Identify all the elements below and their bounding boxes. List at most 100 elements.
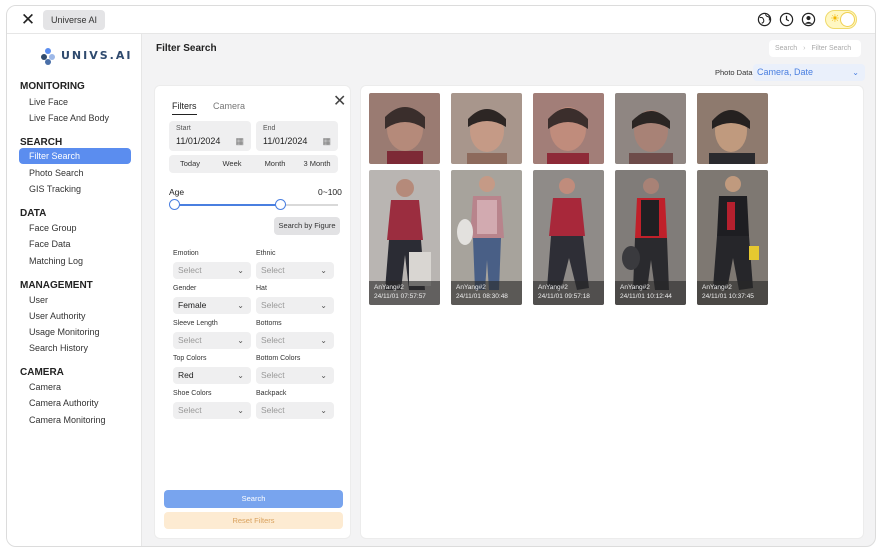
result-caption: AnYang#2 24/11/01 10:12:44 xyxy=(615,281,686,305)
sidebar-item-usage-monitoring[interactable]: Usage Monitoring xyxy=(29,327,100,337)
emotion-value: Select xyxy=(178,265,202,275)
quick-range-month[interactable]: Month xyxy=(254,155,296,173)
sun-icon: ☀ xyxy=(830,13,840,25)
sleeve-length-select[interactable]: Select ⌄ xyxy=(173,332,251,349)
sidebar-item-filter-search[interactable]: Filter Search xyxy=(19,148,131,164)
quick-range-week[interactable]: Week xyxy=(211,155,253,173)
sidebar-item-matching-log[interactable]: Matching Log xyxy=(29,256,83,266)
result-card[interactable]: AnYang#2 24/11/01 10:37:45 xyxy=(697,170,768,305)
globe-icon[interactable] xyxy=(757,12,772,27)
sidebar: UNIVS.AI MONITORING Live Face Live Face … xyxy=(7,34,142,546)
sidebar-item-live-face[interactable]: Live Face xyxy=(29,97,68,107)
sidebar-item-search-history[interactable]: Search History xyxy=(29,343,88,353)
face-thumbnail[interactable] xyxy=(697,93,768,164)
face-thumbnail[interactable] xyxy=(369,93,440,164)
logo-text: UNIVS.AI xyxy=(61,49,133,62)
results-panel: AnYang#2 24/11/01 07:57:57 AnYang#2 24/1… xyxy=(360,85,864,539)
gender-select[interactable]: Female ⌄ xyxy=(173,297,251,314)
shoe-colors-label: Shoe Colors xyxy=(173,390,212,397)
age-slider-min-handle[interactable] xyxy=(168,199,180,210)
logo: UNIVS.AI xyxy=(39,46,130,66)
page-title: Filter Search xyxy=(156,43,217,54)
chevron-down-icon: ⌄ xyxy=(237,301,244,310)
quick-range-today[interactable]: Today xyxy=(169,155,211,173)
sleeve-length-value: Select xyxy=(178,335,202,345)
section-data: DATA xyxy=(20,208,47,219)
user-account-icon[interactable] xyxy=(801,12,816,27)
hat-select[interactable]: Select ⌄ xyxy=(256,297,334,314)
calendar-icon[interactable]: ▦ xyxy=(235,136,244,147)
backpack-select[interactable]: Select ⌄ xyxy=(256,402,334,419)
end-date-value: 11/01/2024 xyxy=(263,136,308,146)
age-slider-fill xyxy=(174,204,281,206)
chevron-down-icon: ⌄ xyxy=(237,406,244,415)
bottom-colors-select[interactable]: Select ⌄ xyxy=(256,367,334,384)
sidebar-item-user[interactable]: User xyxy=(29,295,48,305)
age-slider-max-handle[interactable] xyxy=(275,199,287,210)
ethnic-select[interactable]: Select ⌄ xyxy=(256,262,334,279)
start-date-field[interactable]: Start 11/01/2024 ▦ xyxy=(169,121,251,151)
end-date-field[interactable]: End 11/01/2024 ▦ xyxy=(256,121,338,151)
sidebar-item-camera-monitoring[interactable]: Camera Monitoring xyxy=(29,415,106,425)
close-icon[interactable]: ✕ xyxy=(333,91,346,111)
chevron-down-icon: ⌄ xyxy=(320,301,327,310)
breadcrumb: Search › Filter Search xyxy=(769,40,861,57)
sidebar-item-photo-search[interactable]: Photo Search xyxy=(29,168,84,178)
result-card[interactable]: AnYang#2 24/11/01 09:57:18 xyxy=(533,170,604,305)
result-timestamp: 24/11/01 10:37:45 xyxy=(702,293,754,300)
sidebar-item-gis-tracking[interactable]: GIS Tracking xyxy=(29,184,81,194)
result-timestamp: 24/11/01 07:57:57 xyxy=(374,293,426,300)
emotion-select[interactable]: Select ⌄ xyxy=(173,262,251,279)
tab-camera[interactable]: Camera xyxy=(213,101,245,111)
tab-filters[interactable]: Filters xyxy=(172,101,197,115)
sidebar-item-live-face-and-body[interactable]: Live Face And Body xyxy=(29,113,109,123)
calendar-icon[interactable]: ▦ xyxy=(322,136,331,147)
top-bar: ✕ Universe AI ☀ xyxy=(7,6,875,34)
close-icon[interactable]: ✕ xyxy=(19,11,37,29)
result-timestamp: 24/11/01 10:12:44 xyxy=(620,293,672,300)
gender-value: Female xyxy=(178,300,207,310)
quick-range-3-month[interactable]: 3 Month xyxy=(296,155,338,173)
face-thumbnail[interactable] xyxy=(533,93,604,164)
age-slider-track[interactable] xyxy=(174,204,338,206)
chevron-down-icon: ⌄ xyxy=(320,371,327,380)
sidebar-item-camera[interactable]: Camera xyxy=(29,382,61,392)
search-button[interactable]: Search xyxy=(164,490,343,508)
bottom-colors-value: Select xyxy=(261,370,285,380)
result-caption: AnYang#2 24/11/01 08:30:48 xyxy=(451,281,522,305)
theme-toggle[interactable]: ☀ xyxy=(825,10,857,29)
shoe-colors-select[interactable]: Select ⌄ xyxy=(173,402,251,419)
gender-label: Gender xyxy=(173,285,197,292)
result-card[interactable]: AnYang#2 24/11/01 08:30:48 xyxy=(451,170,522,305)
breadcrumb-search[interactable]: Search xyxy=(775,45,797,52)
emotion-label: Emotion xyxy=(173,250,199,257)
clock-icon[interactable] xyxy=(779,12,794,27)
top-colors-label: Top Colors xyxy=(173,355,207,362)
search-by-figure-button[interactable]: Search by Figure xyxy=(274,217,340,235)
result-card[interactable]: AnYang#2 24/11/01 10:12:44 xyxy=(615,170,686,305)
sleeve-length-label: Sleeve Length xyxy=(173,320,218,327)
sidebar-item-camera-authority[interactable]: Camera Authority xyxy=(29,398,99,408)
face-thumbnail[interactable] xyxy=(615,93,686,164)
reset-filters-button[interactable]: Reset Filters xyxy=(164,512,343,529)
top-colors-select[interactable]: Red ⌄ xyxy=(173,367,251,384)
result-timestamp: 24/11/01 08:30:48 xyxy=(456,293,508,300)
bottoms-value: Select xyxy=(261,335,285,345)
toggle-knob xyxy=(840,12,855,27)
filter-panel: Filters Camera ✕ Start 11/01/2024 ▦ End … xyxy=(154,85,351,539)
sidebar-item-face-group[interactable]: Face Group xyxy=(29,223,77,233)
start-date-label: Start xyxy=(176,125,191,132)
face-thumbnail[interactable] xyxy=(451,93,522,164)
photo-data-select[interactable]: Camera, Date ⌄ xyxy=(753,64,865,81)
app-tab[interactable]: Universe AI xyxy=(43,10,106,30)
logo-icon xyxy=(41,48,55,65)
bottoms-select[interactable]: Select ⌄ xyxy=(256,332,334,349)
section-camera: CAMERA xyxy=(20,367,64,378)
sidebar-item-user-authority[interactable]: User Authority xyxy=(29,311,86,321)
result-camera: AnYang#2 xyxy=(374,284,404,291)
result-timestamp: 24/11/01 09:57:18 xyxy=(538,293,590,300)
age-label: Age xyxy=(169,187,185,197)
chevron-down-icon: ⌄ xyxy=(237,336,244,345)
sidebar-item-face-data[interactable]: Face Data xyxy=(29,239,71,249)
result-card[interactable]: AnYang#2 24/11/01 07:57:57 xyxy=(369,170,440,305)
